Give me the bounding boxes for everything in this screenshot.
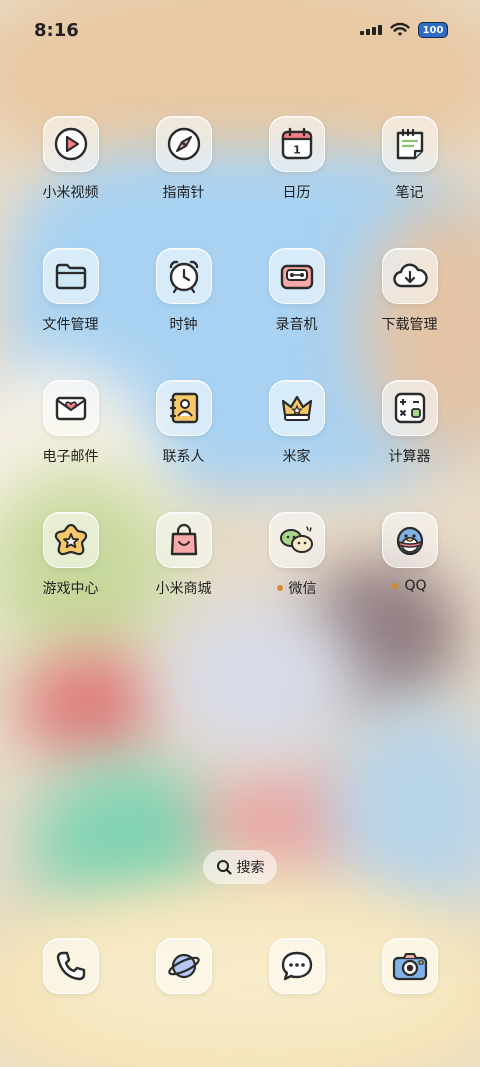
app-label: 米家 [282,449,311,465]
app-label-wechat: 微信 [276,578,317,598]
calendar-icon[interactable]: 1 [268,116,325,172]
camera-icon[interactable] [381,938,438,994]
app-label: 计算器 [388,449,431,465]
app-compass[interactable]: 指南针 [127,116,240,202]
app-recorder[interactable]: 录音机 [240,248,353,334]
app-label: 电子邮件 [42,449,99,465]
app-email[interactable]: 电子邮件 [14,380,127,466]
folder-icon[interactable] [42,248,99,304]
status-time: 8:16 [34,19,79,41]
app-mijia[interactable]: 米家 [240,380,353,466]
qq-penguin-icon[interactable] [381,512,438,568]
app-label: 指南针 [162,185,205,201]
search-label: 搜索 [236,860,265,876]
calculator-icon[interactable] [381,380,438,436]
cassette-icon[interactable] [268,248,325,304]
search-icon [216,860,232,875]
app-mi-store[interactable]: 小米商城 [127,512,240,598]
app-calendar[interactable]: 1 日历 [240,116,353,202]
dock-phone[interactable] [14,938,127,994]
app-notes[interactable]: 笔记 [353,116,466,202]
app-label: 小米商城 [155,581,212,597]
app-label-text: QQ [404,578,427,594]
contacts-book-icon[interactable] [155,380,212,436]
phone-icon[interactable] [42,938,99,994]
notes-icon[interactable] [381,116,438,172]
app-label-qq: QQ [392,578,427,594]
notification-dot [392,583,399,589]
battery-icon: 100 [418,22,448,38]
wechat-icon[interactable] [268,512,325,568]
shopping-bag-icon[interactable] [155,512,212,568]
app-downloads[interactable]: 下载管理 [353,248,466,334]
app-label: 联系人 [162,449,205,465]
video-play-icon[interactable] [42,116,99,172]
compass-icon[interactable] [155,116,212,172]
app-contacts[interactable]: 联系人 [127,380,240,466]
app-calculator[interactable]: 计算器 [353,380,466,466]
app-wechat[interactable]: 微信 [240,512,353,598]
wifi-icon [390,22,410,36]
app-mi-video[interactable]: 小米视频 [14,116,127,202]
signal-icon [360,25,382,35]
app-label: 游戏中心 [42,581,99,597]
star-flower-icon[interactable] [42,512,99,568]
app-label: 笔记 [395,185,424,201]
messages-icon[interactable] [268,938,325,994]
app-label: 下载管理 [381,317,438,333]
dock [14,938,466,994]
app-label: 日历 [282,185,311,201]
cloud-download-icon[interactable] [381,248,438,304]
search-button[interactable]: 搜索 [203,850,277,884]
app-qq[interactable]: QQ [353,512,466,598]
dock-camera[interactable] [353,938,466,994]
alarm-clock-icon[interactable] [155,248,212,304]
app-file-manager[interactable]: 文件管理 [14,248,127,334]
status-bar: 8:16 100 [0,0,480,60]
notification-dot [276,585,283,591]
app-label: 时钟 [169,317,198,333]
browser-planet-icon[interactable] [155,938,212,994]
app-label: 录音机 [275,317,318,333]
dock-browser[interactable] [127,938,240,994]
status-icons: 100 [360,22,448,38]
app-label: 文件管理 [42,317,99,333]
app-clock[interactable]: 时钟 [127,248,240,334]
crown-icon[interactable] [268,380,325,436]
calendar-date: 1 [293,144,301,157]
app-grid: 小米视频 指南针 1 日历 笔记 文件管理 时钟 录音机 下载管理 电子邮件 联… [14,116,466,598]
app-label: 小米视频 [42,185,99,201]
dock-messages[interactable] [240,938,353,994]
mail-heart-icon[interactable] [42,380,99,436]
app-game-center[interactable]: 游戏中心 [14,512,127,598]
app-label-text: 微信 [288,581,317,597]
